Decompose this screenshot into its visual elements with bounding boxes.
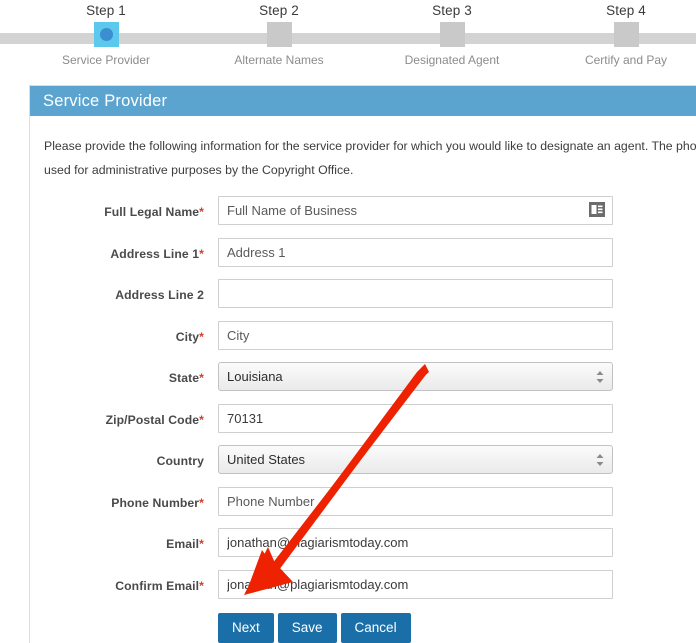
input-address-line-1[interactable] <box>218 237 613 267</box>
step-1[interactable]: Step 1 Service Provider <box>31 0 181 68</box>
required-marker: * <box>199 495 204 510</box>
form-row: Address Line 2 <box>30 279 696 308</box>
required-marker: * <box>199 537 204 551</box>
step-title: Step 3 <box>432 3 472 18</box>
field-label: Address Line 1* <box>30 238 204 261</box>
step-marker[interactable] <box>93 22 119 47</box>
field-control <box>218 279 613 308</box>
field-label-text: Full Legal Name <box>104 205 200 219</box>
field-control <box>218 403 613 433</box>
field-label: Full Legal Name* <box>30 196 204 219</box>
input-confirm-email[interactable] <box>218 569 613 599</box>
step-marker[interactable] <box>439 22 465 47</box>
step-title: Step 2 <box>259 3 299 18</box>
service-provider-panel: Service Provider Please provide the foll… <box>29 85 696 643</box>
panel-header: Service Provider <box>30 86 696 116</box>
required-marker: * <box>199 246 204 261</box>
field-label-text: Country <box>156 454 204 468</box>
select-wrapper: Louisiana <box>218 362 613 391</box>
required-marker: * <box>199 412 204 427</box>
contact-card-icon[interactable] <box>589 202 605 217</box>
select-country[interactable]: United States <box>218 445 613 474</box>
field-label: State* <box>30 362 204 385</box>
step-label: Alternate Names <box>234 53 324 67</box>
input-full-legal-name[interactable] <box>218 196 613 225</box>
next-button[interactable]: Next <box>218 613 274 643</box>
form-row: Country United States <box>30 445 696 474</box>
field-label-text: Address Line 1 <box>110 246 200 261</box>
field-label-text: City <box>175 329 200 344</box>
service-provider-form: Full Legal Name*Address Line 1*Address L… <box>30 182 696 599</box>
required-marker: * <box>199 578 204 593</box>
field-label: Zip/Postal Code* <box>30 404 204 427</box>
step-marker[interactable] <box>266 22 292 47</box>
field-label: City* <box>30 321 204 344</box>
step-label: Certify and Pay <box>584 53 668 67</box>
required-marker: * <box>199 371 204 385</box>
field-label-text: Phone Number <box>111 495 200 510</box>
field-control <box>218 569 613 599</box>
step-label: Designated Agent <box>404 53 500 67</box>
form-row: Full Legal Name* <box>30 196 696 225</box>
required-marker: * <box>199 329 204 344</box>
field-label: Email* <box>30 528 204 551</box>
input-phone-number[interactable] <box>218 486 613 516</box>
required-marker: * <box>199 205 204 219</box>
input-zip-postal-code[interactable] <box>218 403 613 433</box>
form-row: State* Louisiana <box>30 362 696 391</box>
form-actions: Next Save Cancel <box>30 611 696 643</box>
form-row: Zip/Postal Code* <box>30 403 696 433</box>
page-title: Service Provider <box>43 92 168 110</box>
select-wrapper: United States <box>218 445 613 474</box>
step-active-dot-icon <box>99 28 113 41</box>
form-row: Confirm Email* <box>30 569 696 599</box>
field-label-text: Confirm Email <box>115 578 200 593</box>
input-email[interactable] <box>218 528 613 557</box>
field-label: Phone Number* <box>30 487 204 510</box>
intro-text: Please provide the following information… <box>30 134 696 182</box>
field-control: Louisiana <box>218 362 613 391</box>
form-row: City* <box>30 320 696 350</box>
field-control <box>218 196 613 225</box>
panel-body: Please provide the following information… <box>30 116 696 643</box>
progress-stepper: Step 1 Service Provider Step 2 Alternate Na… <box>0 0 696 80</box>
field-label: Country <box>30 445 204 468</box>
input-city[interactable] <box>218 320 613 350</box>
step-label: Service Provider <box>61 53 151 67</box>
field-control: United States <box>218 445 613 474</box>
field-label-text: Address Line 2 <box>115 288 204 302</box>
step-marker[interactable] <box>613 22 639 47</box>
form-row: Phone Number* <box>30 486 696 516</box>
step-3[interactable]: Step 3 Designated Agent <box>377 0 527 68</box>
step-title: Step 4 <box>606 3 646 18</box>
step-title: Step 1 <box>86 3 126 18</box>
select-state[interactable]: Louisiana <box>218 362 613 391</box>
field-control <box>218 237 613 267</box>
form-row: Address Line 1* <box>30 237 696 267</box>
field-label-text: Zip/Postal Code <box>105 412 200 427</box>
field-label: Address Line 2 <box>30 279 204 302</box>
field-control <box>218 486 613 516</box>
form-row: Email* <box>30 528 696 557</box>
field-control <box>218 320 613 350</box>
cancel-button[interactable]: Cancel <box>340 613 411 643</box>
step-4[interactable]: Step 4 Certify and Pay <box>551 0 696 68</box>
step-2[interactable]: Step 2 Alternate Names <box>204 0 354 68</box>
intro-line-2: used for administrative purposes by the … <box>44 163 354 177</box>
intro-line-1: Please provide the following information… <box>44 139 696 153</box>
input-address-line-2[interactable] <box>218 279 613 308</box>
field-label: Confirm Email* <box>30 570 204 593</box>
field-label-text: Email <box>166 537 200 551</box>
field-control <box>218 528 613 557</box>
field-label-text: State <box>168 371 200 385</box>
save-button[interactable]: Save <box>277 613 337 643</box>
